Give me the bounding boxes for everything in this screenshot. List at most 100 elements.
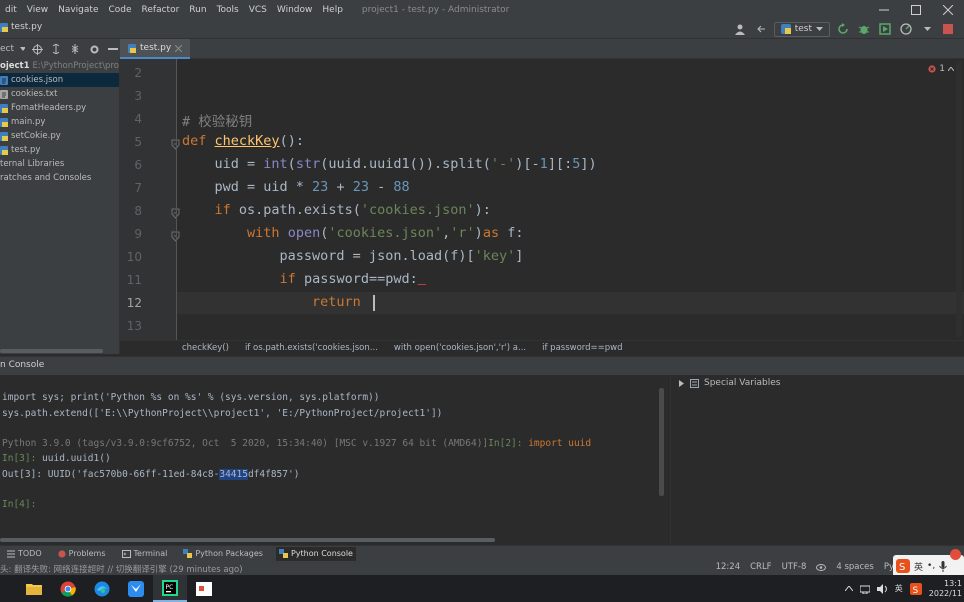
chevron-down-icon — [816, 26, 823, 31]
menu-vcs[interactable]: VCS — [244, 5, 272, 15]
minimize-button[interactable] — [868, 0, 900, 19]
code-line-10: password = json.load(f)['key'] — [182, 248, 524, 264]
caret-position[interactable]: 12:24 — [716, 562, 741, 572]
maximize-button[interactable] — [900, 0, 932, 19]
line-separator[interactable]: CRLF — [750, 562, 771, 572]
rerun-button[interactable] — [835, 21, 851, 37]
error-indicator[interactable]: 1 — [928, 64, 954, 74]
user-button[interactable] — [732, 21, 748, 37]
back-button[interactable] — [753, 21, 769, 37]
console-horizontal-scrollbar[interactable] — [0, 538, 495, 542]
tray-language[interactable]: 英 — [895, 583, 903, 594]
menu-code[interactable]: Code — [103, 5, 136, 15]
status-message[interactable]: 头: 翻译失败: 网络连接超时 // 切换翻译引擎 (29 minutes ag… — [0, 563, 243, 575]
menu-window[interactable]: Window — [272, 5, 318, 15]
text-caret — [373, 295, 375, 311]
ime-punctuation[interactable]: •, — [927, 561, 935, 571]
ime-toolbar[interactable]: S 英 •, — [893, 549, 964, 577]
console-scrollbar[interactable] — [659, 388, 664, 496]
special-variables-node[interactable]: Special Variables — [679, 378, 780, 388]
settings-button[interactable] — [88, 41, 101, 57]
menu-navigate[interactable]: Navigate — [53, 5, 103, 15]
expand-all-button[interactable] — [50, 41, 63, 57]
menu-help[interactable]: Help — [317, 5, 348, 15]
coverage-button[interactable] — [877, 21, 893, 37]
sogou-logo-icon: S — [896, 559, 910, 573]
line-number: 8 — [134, 204, 142, 218]
debug-button[interactable] — [856, 21, 872, 37]
console-line: Out[3]: UUID('fac570b0-66ff-11ed-84c8-34… — [2, 469, 300, 480]
tab-todo[interactable]: TODO — [4, 547, 45, 561]
messenger-button[interactable] — [119, 575, 153, 602]
tree-item-cookies-txt[interactable]: cookies.txt — [0, 87, 119, 101]
maximize-icon — [911, 4, 921, 15]
run-config-selector[interactable]: test — [773, 21, 830, 37]
rerun-icon — [838, 23, 848, 34]
ime-language[interactable]: 英 — [914, 560, 923, 573]
file-explorer-button[interactable] — [17, 575, 51, 602]
app-button[interactable] — [187, 575, 221, 602]
python-file-icon — [0, 145, 8, 155]
text-file-icon — [0, 89, 8, 99]
chrome-button[interactable] — [51, 575, 85, 602]
menu-tools[interactable]: Tools — [212, 5, 244, 15]
breadcrumb-item[interactable]: if password==pwd — [542, 343, 622, 353]
collapse-all-button[interactable] — [69, 41, 82, 57]
nav-file-label: test.py — [11, 22, 43, 32]
breadcrumb-item[interactable]: checkKey() — [182, 343, 229, 353]
edge-button[interactable] — [85, 575, 119, 602]
tab-python-console[interactable]: Python Console — [275, 546, 356, 561]
nav-file-crumb[interactable]: test.py — [0, 22, 42, 32]
clock[interactable]: 13:1 2022/11 — [929, 579, 962, 599]
list-icon — [7, 550, 15, 557]
code-line-9: with open('cookies.json','r')as f: — [247, 225, 524, 241]
close-window-button[interactable] — [932, 0, 964, 19]
more-run-options-button[interactable] — [919, 21, 935, 37]
tree-item-project-root[interactable]: oject1 E:\PythonProject\proj — [0, 59, 119, 73]
tree-item-external-libraries[interactable]: ternal Libraries — [0, 157, 119, 171]
menu-refactor[interactable]: Refactor — [137, 5, 185, 15]
tree-item-fomatheaders[interactable]: FomatHeaders.py — [0, 101, 119, 115]
tree-scrollbar[interactable] — [0, 349, 103, 353]
line-number: 11 — [126, 273, 142, 287]
indent-setting[interactable]: 4 spaces — [836, 562, 873, 572]
terminal-icon — [121, 549, 131, 558]
breadcrumb-item[interactable]: if os.path.exists('cookies.json... — [245, 343, 378, 353]
python-file-icon — [0, 117, 8, 127]
tab-terminal[interactable]: Terminal — [119, 547, 171, 561]
eye-icon — [816, 563, 827, 571]
python-console-output[interactable]: import sys; print('Python %s on %s' % (s… — [0, 375, 670, 545]
menu-run[interactable]: Run — [184, 5, 211, 15]
gutter-divider — [176, 59, 177, 340]
profile-icon — [900, 23, 912, 35]
console-input-prompt[interactable]: In[4]: — [2, 499, 36, 510]
editor-tabs: test.py — [120, 39, 964, 59]
project-view-selector[interactable]: ect — [0, 44, 14, 54]
console-title: n Console — [0, 360, 45, 370]
variables-icon — [690, 378, 699, 388]
coverage-icon — [879, 23, 891, 35]
code-line-7: pwd = uid * 23 + 23 - 88 — [182, 179, 410, 195]
file-encoding[interactable]: UTF-8 — [782, 562, 807, 572]
tree-item-setcokie[interactable]: setCokie.py — [0, 129, 119, 143]
tree-item-scratches[interactable]: ratches and Consoles — [0, 171, 119, 185]
profile-button[interactable] — [898, 21, 914, 37]
stop-button[interactable] — [940, 21, 956, 37]
hide-panel-button[interactable] — [107, 41, 120, 57]
code-line-5: def checkKey(): — [182, 133, 304, 149]
tree-item-main[interactable]: main.py — [0, 115, 119, 129]
code-editor[interactable]: 2 3 4 5 6 7 8 9 10 11 12 13 # 校验秘钥 def c… — [120, 59, 964, 340]
tab-python-packages[interactable]: Python Packages — [180, 547, 266, 561]
tree-item-cookies-json[interactable]: cookies.json — [0, 73, 119, 87]
menu-view[interactable]: View — [22, 5, 53, 15]
tab-test-py[interactable]: test.py — [120, 39, 191, 59]
tree-item-test[interactable]: test.py — [0, 143, 119, 157]
package-icon — [183, 549, 193, 558]
editor-scrollbar[interactable] — [956, 61, 962, 337]
pycharm-button[interactable]: PC — [153, 575, 187, 602]
crosshair-icon — [31, 43, 43, 55]
locate-button[interactable] — [31, 41, 44, 57]
menu-edit[interactable]: dit — [0, 5, 22, 15]
tab-problems[interactable]: Problems — [55, 547, 109, 561]
breadcrumb-item[interactable]: with open('cookies.json','r') a... — [394, 343, 526, 353]
